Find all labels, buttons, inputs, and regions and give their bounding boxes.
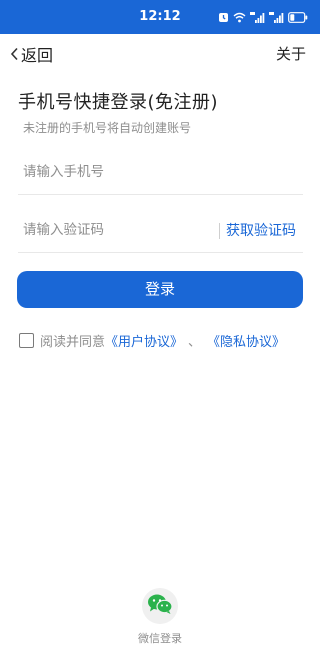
wifi-icon [233,12,246,23]
wechat-login-label: 微信登录 [138,632,182,645]
wechat-login-button[interactable] [142,588,178,624]
page-subtitle: 未注册的手机号将自动创建账号 [23,121,192,135]
phone-field [18,150,303,195]
battery-icon [288,11,308,23]
code-divider [219,223,220,239]
page-title: 手机号快捷登录(免注册) [18,92,219,113]
agreement-prefix: 阅读并同意 [40,334,106,350]
phone-input[interactable] [23,158,203,186]
wechat-login: 微信登录 [0,588,320,646]
agreement-separator: 、 [188,334,202,350]
signal-5g-icon [250,11,265,23]
status-bar: 12:12 [0,0,320,34]
back-label: 返回 [21,46,54,65]
alarm-icon [218,12,229,23]
code-field: 获取验证码 [18,208,303,253]
verification-code-input[interactable] [23,216,203,244]
back-button[interactable]: 返回 [10,42,53,66]
get-code-button[interactable]: 获取验证码 [226,220,296,240]
signal-4g-icon [269,11,284,23]
app-header: 返回 关于 [0,34,320,74]
user-agreement-link[interactable]: 《用户协议》 [105,331,183,350]
wechat-icon [147,593,173,619]
agreement-row: 阅读并同意 《用户协议》 、 《隐私协议》 [19,331,285,350]
status-icons [218,10,308,24]
privacy-policy-link[interactable]: 《隐私协议》 [207,331,285,350]
agreement-checkbox[interactable] [19,332,34,348]
about-link[interactable]: 关于 [276,42,306,66]
login-button[interactable]: 登录 [17,271,303,308]
chevron-left-icon [10,47,21,61]
